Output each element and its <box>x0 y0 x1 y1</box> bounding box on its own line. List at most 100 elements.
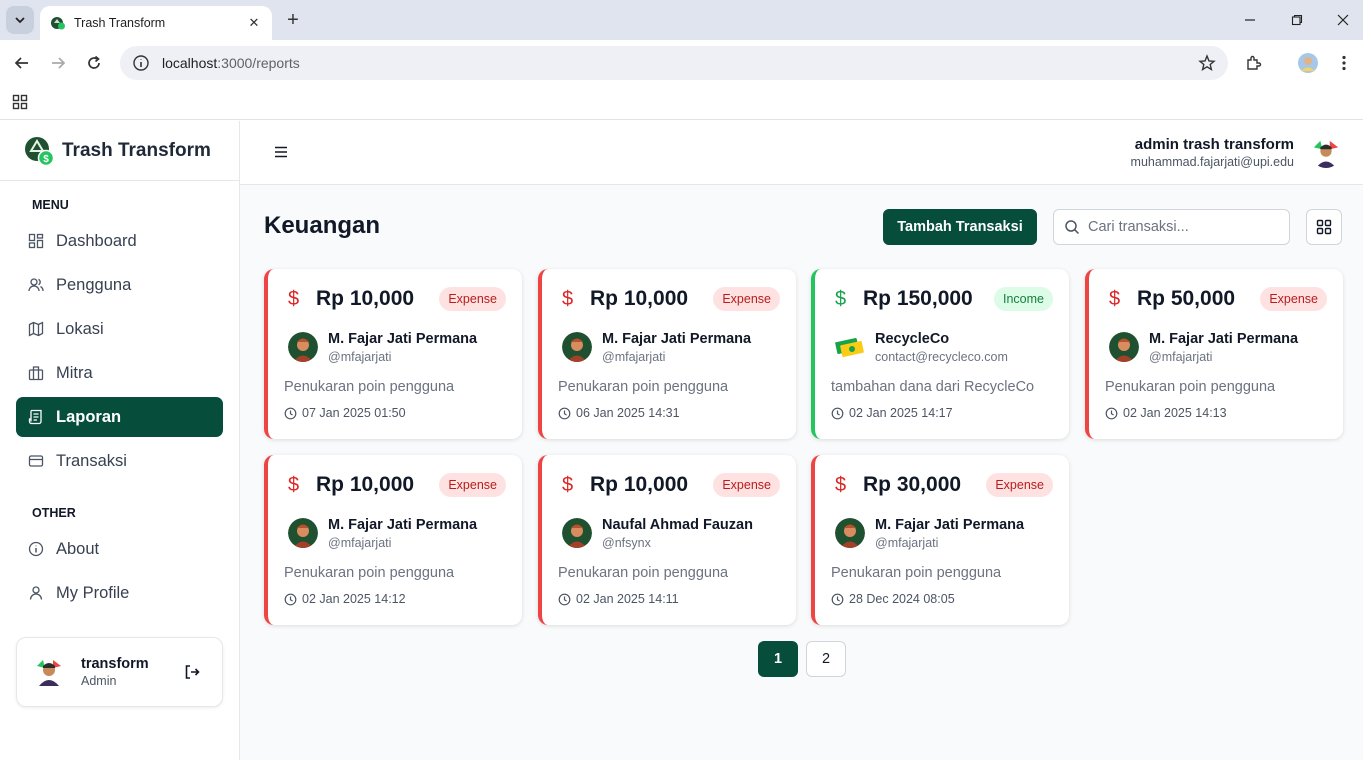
user-avatar <box>835 518 865 548</box>
building-icon <box>28 366 44 381</box>
dollar-icon: $ <box>1109 287 1121 310</box>
page-title: Keuangan <box>264 212 381 239</box>
forward-icon[interactable] <box>44 49 72 77</box>
sidebar-item-my-profile[interactable]: My Profile <box>16 573 223 613</box>
transaction-user-handle: @mfajarjati <box>875 536 939 550</box>
dollar-icon: $ <box>835 473 847 496</box>
brand-name: Trash Transform <box>62 139 211 161</box>
close-window-icon[interactable] <box>1328 6 1358 34</box>
transaction-user-name: M. Fajar Jati Permana <box>875 517 1025 533</box>
sidebar-item-dashboard[interactable]: Dashboard <box>16 221 223 261</box>
transaction-card[interactable]: $ Rp 10,000 Expense Naufal Ahmad Fauzan @… <box>538 455 796 625</box>
sidebar-item-label: Transaksi <box>56 451 127 470</box>
minimize-icon[interactable] <box>1235 6 1265 34</box>
transaction-card[interactable]: $ Rp 10,000 Expense M. Fajar Jati Permana… <box>264 455 522 625</box>
sidebar-item-transaksi[interactable]: Transaksi <box>16 441 223 481</box>
bookmarks-bar <box>0 86 1363 120</box>
transaction-amount: Rp 50,000 <box>1137 287 1236 310</box>
transaction-date: 06 Jan 2025 14:31 <box>576 406 680 420</box>
tab-close-icon[interactable]: ✕ <box>246 15 262 31</box>
tab-title: Trash Transform <box>74 16 166 30</box>
page-2-button[interactable]: 2 <box>806 641 846 677</box>
site-info-icon[interactable] <box>132 54 150 72</box>
transaction-description: Penukaran poin pengguna <box>558 565 729 581</box>
clock-icon <box>558 407 571 419</box>
dollar-icon: $ <box>835 287 847 310</box>
recycle-favicon-icon <box>51 17 65 30</box>
transaction-type-badge: Expense <box>713 473 780 497</box>
restore-icon[interactable] <box>1282 6 1312 34</box>
url-host: localhost <box>162 55 218 71</box>
back-icon[interactable] <box>8 49 36 77</box>
app-header: admin trash transform muhammad.fajarjati… <box>240 121 1363 185</box>
transaction-type-badge: Expense <box>439 287 506 311</box>
browser-profile-avatar[interactable] <box>1294 49 1322 77</box>
transaction-date: 02 Jan 2025 14:13 <box>1123 406 1227 420</box>
transaction-description: tambahan dana dari RecycleCo <box>831 379 1035 395</box>
transaction-card[interactable]: $ Rp 10,000 Expense M. Fajar Jati Permana… <box>264 269 522 439</box>
sidebar-item-label: About <box>56 539 100 558</box>
browser-menu-icon[interactable] <box>1330 49 1358 77</box>
transaction-description: Penukaran poin pengguna <box>1105 379 1276 395</box>
users-icon <box>28 278 44 292</box>
admin-name: admin trash transform <box>1134 136 1294 153</box>
transaction-date: 02 Jan 2025 14:17 <box>849 406 953 420</box>
sidebar-item-about[interactable]: About <box>16 529 223 569</box>
user-icon <box>29 586 43 600</box>
sidebar-item-mitra[interactable]: Mitra <box>16 353 223 393</box>
transaction-user-handle: @mfajarjati <box>328 536 392 550</box>
transaction-card[interactable]: $ Rp 10,000 Expense M. Fajar Jati Permana… <box>538 269 796 439</box>
add-transaction-button[interactable]: Tambah Transaksi <box>883 209 1037 245</box>
address-bar[interactable]: localhost:3000/reports <box>120 46 1228 80</box>
reload-icon[interactable] <box>80 49 108 77</box>
extensions-icon[interactable] <box>1240 49 1268 77</box>
bookmark-star-icon[interactable] <box>1198 54 1216 72</box>
admin-avatar[interactable] <box>1311 138 1341 168</box>
tab-search-button[interactable] <box>6 6 34 34</box>
sidebar-item-laporan[interactable]: Laporan <box>16 397 223 437</box>
menu-section-label: MENU <box>32 198 69 212</box>
report-icon <box>28 409 42 425</box>
dashboard-icon <box>28 233 44 249</box>
transaction-type-badge: Expense <box>439 473 506 497</box>
transaction-date: 02 Jan 2025 14:11 <box>576 592 679 606</box>
transaction-card[interactable]: $ Rp 150,000 Income RecycleCo contact@rec… <box>811 269 1069 439</box>
transaction-user-handle: @nfsynx <box>602 536 651 550</box>
search-input[interactable] <box>1088 219 1278 235</box>
transaction-type-badge: Expense <box>713 287 780 311</box>
dollar-icon: $ <box>288 287 300 310</box>
browser-tab[interactable]: Trash Transform ✕ <box>40 6 272 40</box>
browser-toolbar: localhost:3000/reports <box>0 40 1363 86</box>
page-1-button[interactable]: 1 <box>758 641 798 677</box>
transaction-card[interactable]: $ Rp 30,000 Expense M. Fajar Jati Permana… <box>811 455 1069 625</box>
sidebar-item-label: My Profile <box>56 583 130 602</box>
dollar-icon: $ <box>562 473 574 496</box>
transaction-description: Penukaran poin pengguna <box>831 565 1002 581</box>
apps-grid-icon[interactable] <box>12 94 28 110</box>
clock-icon <box>284 593 297 605</box>
sidebar-item-pengguna[interactable]: Pengguna <box>16 265 223 305</box>
url-text: localhost:3000/reports <box>162 55 300 71</box>
transaction-type-badge: Expense <box>1260 287 1327 311</box>
sidebar-item-label: Pengguna <box>56 275 132 294</box>
transaction-user-name: M. Fajar Jati Permana <box>328 517 478 533</box>
transaction-user-handle: contact@recycleco.com <box>875 350 1008 364</box>
admin-email: muhammad.fajarjati@upi.edu <box>1130 155 1294 169</box>
new-tab-button[interactable]: + <box>282 9 304 31</box>
hamburger-menu-icon[interactable] <box>274 145 288 159</box>
clock-icon <box>1105 407 1118 419</box>
brand[interactable]: $ Trash Transform <box>0 121 239 181</box>
sidebar-item-lokasi[interactable]: Lokasi <box>16 309 223 349</box>
card-icon <box>28 455 44 467</box>
sidebar: $ Trash Transform MENU Dashboard Penggun… <box>0 121 240 760</box>
transaction-amount: Rp 10,000 <box>316 287 415 310</box>
info-icon <box>28 541 44 557</box>
transaction-card[interactable]: $ Rp 50,000 Expense M. Fajar Jati Permana… <box>1085 269 1343 439</box>
grid-view-toggle[interactable] <box>1306 209 1342 245</box>
logout-icon[interactable] <box>183 663 201 681</box>
transaction-user-name: M. Fajar Jati Permana <box>1149 331 1299 347</box>
user-avatar <box>288 518 318 548</box>
browser-tabstrip: Trash Transform ✕ + <box>0 0 1363 40</box>
transaction-type-badge: Income <box>994 287 1053 311</box>
transaction-date: 28 Dec 2024 08:05 <box>849 592 955 606</box>
